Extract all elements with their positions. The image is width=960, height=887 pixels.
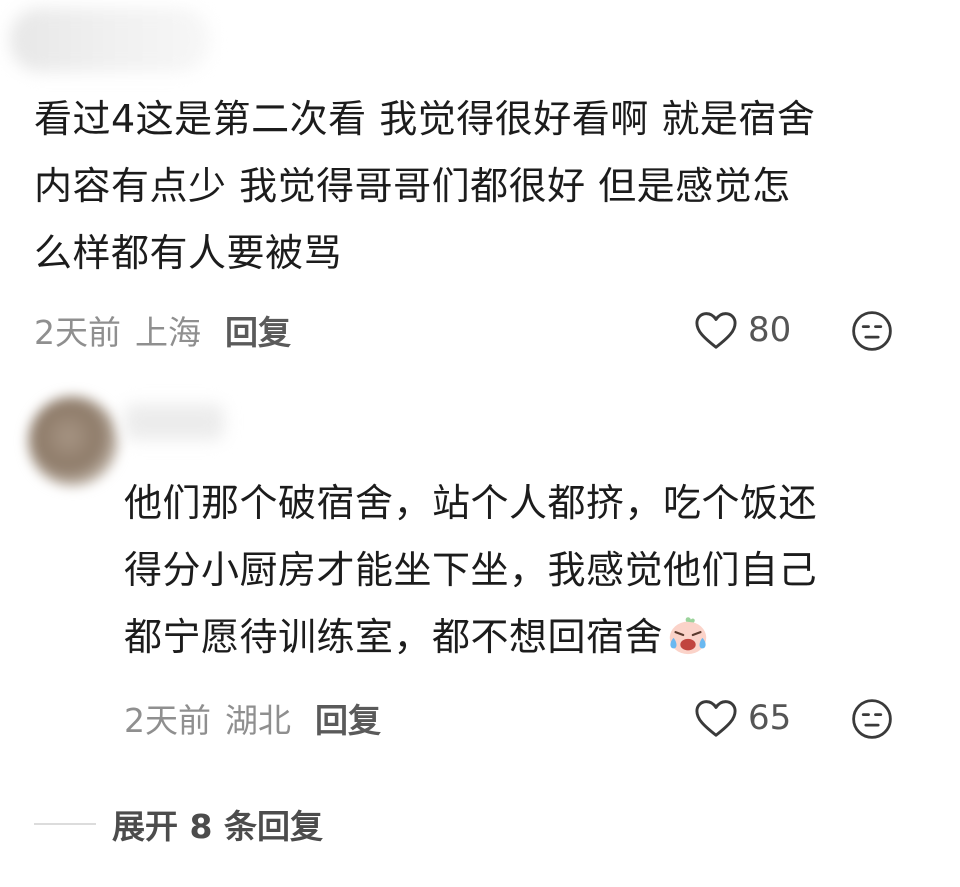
comment-text-body: 他们那个破宿舍，站个人都挤，吃个饭还 得分小厨房才能坐下坐，我感觉他们自己 都宁… (124, 481, 818, 659)
divider (34, 823, 96, 825)
like-button[interactable]: 80 (694, 308, 791, 352)
avatar[interactable] (28, 396, 118, 486)
reply-button[interactable]: 回复 (225, 306, 291, 354)
expand-replies-button[interactable]: 展开 8 条回复 (34, 800, 323, 848)
comment-thread: 看过4这是第二次看 我觉得很好看啊 就是宿舍 内容有点少 我觉得哥哥们都很好 但… (0, 0, 960, 887)
neutral-face-icon[interactable] (851, 698, 893, 740)
crying-face-emoji (669, 617, 707, 655)
comment-text: 看过4这是第二次看 我觉得很好看啊 就是宿舍 内容有点少 我觉得哥哥们都很好 但… (34, 97, 816, 275)
heart-outline-icon (695, 312, 737, 349)
blurred-username (124, 404, 224, 440)
heart-outline-icon (695, 700, 737, 737)
blurred-username (10, 8, 210, 72)
comment-location: 上海 (135, 313, 201, 352)
comment-time: 2天前 (124, 701, 211, 740)
comment-location: 湖北 (225, 701, 291, 740)
like-count: 80 (748, 310, 792, 350)
comment-meta: 2天前 上海 回复 (34, 308, 291, 352)
comment-time: 2天前 (34, 313, 121, 352)
like-count: 65 (748, 698, 792, 738)
reply-button[interactable]: 回复 (315, 694, 381, 742)
like-button[interactable]: 65 (694, 696, 791, 740)
comment-meta: 2天前 湖北 回复 (124, 696, 381, 740)
neutral-face-icon[interactable] (851, 310, 893, 352)
comment-text: 他们那个破宿舍，站个人都挤，吃个饭还 得分小厨房才能坐下坐，我感觉他们自己 都宁… (124, 470, 934, 671)
expand-replies-label: 展开 8 条回复 (112, 807, 323, 846)
